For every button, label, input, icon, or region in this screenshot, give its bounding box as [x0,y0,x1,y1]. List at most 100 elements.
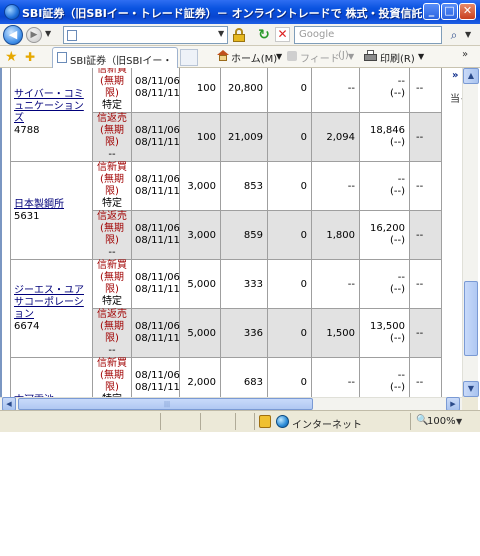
table-row: 日本製鋼所 5631 信新買 (無期限) 特定 08/11/06 08/11/11 3,000… [10,161,442,260]
settle-date: 08/11/11 [135,284,180,295]
order-type: 信返売 [97,113,127,124]
ie-app-icon[interactable] [4,4,20,20]
order-term: (無期限) [100,223,124,246]
tab-page-icon [57,52,67,63]
forward-button[interactable]: ▶ [26,27,42,43]
feed-dropdown-icon[interactable]: ▼ [348,52,354,61]
trade-date: 08/11/06 [135,321,180,332]
home-icon[interactable] [217,50,229,61]
date-cell: 08/11/0608/11/11 [131,112,180,162]
settle-date: 08/11/11 [135,382,180,393]
more-commands-icon[interactable]: » [462,49,468,60]
profit-value: 16,200 [370,223,405,234]
trade-date: 08/11/06 [135,370,180,381]
minimize-button[interactable]: _ [423,3,440,20]
stock-name-link[interactable]: ジーエス・ユアサコーポレーション [14,285,89,321]
search-options-dropdown[interactable]: ▼ [465,30,471,39]
status-bar: インターネット 🔍 100% ▼ [0,410,480,432]
maximize-button[interactable]: □ [441,3,458,20]
price-cell: 20,800 [220,68,268,113]
order-term: (無期限) [100,321,124,344]
profit-cell: 13,500 (--) [359,308,410,358]
back-button[interactable]: ◀ [3,25,23,45]
price-cell: 859 [220,210,268,260]
status-cell: -- [409,210,442,260]
trade-date: 08/11/06 [135,272,180,283]
new-tab-button[interactable] [180,49,198,66]
value-cell: -- [311,68,360,113]
favorites-star-icon[interactable]: ★ [5,49,21,65]
security-zone-label[interactable]: インターネット [292,416,362,431]
print-icon[interactable] [364,50,377,61]
stock-cell: サイバー・コミュニケーションズ 4788 [10,68,93,162]
feed-button[interactable]: フィード [300,50,340,65]
order-type-cell: 信返売(無期限)-- [92,308,132,358]
order-term: (無期限) [100,174,124,197]
stock-name-link[interactable]: 日本製鋼所 [14,199,89,211]
title-bar[interactable]: SBI証券（旧SBIイー・トレード証券）－ オンライントレードで 株式・投資信託… [0,0,480,24]
zoom-dropdown-icon[interactable]: ▼ [456,417,462,426]
value-cell: -- [311,161,360,211]
home-dropdown-icon[interactable]: ▼ [276,52,282,61]
order-type: 信返売 [97,211,127,222]
print-dropdown-icon[interactable]: ▼ [418,52,424,61]
fee-cell: 0 [267,161,312,211]
stock-name-link[interactable]: サイバー・コミュニケーションズ [14,89,89,125]
tab-sbi[interactable]: SBI証券（旧SBIイー・トレー... [52,47,178,68]
stock-code: 6674 [14,320,40,332]
order-type: 信新買 [97,162,127,173]
table-row: ジーエス・ユアサコーポレーション 6674 信新買 (無期限) 特定 08/11/06 08… [10,259,442,358]
profit-sub: (--) [389,235,405,246]
scroll-down-icon[interactable]: ▼ [463,381,479,397]
fee-cell: 0 [267,210,312,260]
value-cell: -- [311,259,360,309]
search-icon[interactable]: ⌕ [446,26,462,44]
vertical-scrollbar[interactable]: ▲ ▼ [462,68,479,397]
fee-cell: 0 [267,68,312,113]
home-button[interactable]: ホーム(M) [231,50,277,65]
order-term: (無期限) [100,272,124,295]
status-cell: -- [409,68,442,113]
scroll-left-icon[interactable]: ◀ [2,397,16,411]
url-input[interactable] [63,26,228,44]
date-cell: 08/11/0608/11/11 [131,259,180,309]
stock-cell: 日本製鋼所 5631 [10,161,93,260]
order-type: 信返売 [97,309,127,320]
vertical-scroll-thumb[interactable] [464,281,478,356]
profit-sub: (--) [389,88,405,99]
stop-icon[interactable]: ✕ [275,27,290,42]
zoom-level[interactable]: 100% [427,416,456,427]
status-cell: -- [409,161,442,211]
quantity-cell: 3,000 [179,210,221,260]
profit-cell: 16,200 (--) [359,210,410,260]
recent-pages-dropdown[interactable]: ▼ [45,29,51,38]
url-dropdown-icon[interactable]: ▼ [218,29,224,38]
order-type-cell: 信新買(無期限)特定 [92,259,132,309]
horizontal-scroll-thumb[interactable]: ||| [18,398,313,410]
order-term: (無期限) [100,370,124,393]
status-divider [200,413,201,430]
fee-cell: 0 [267,308,312,358]
print-button[interactable]: 印刷(R) [380,50,415,65]
profit-value: -- [397,272,405,283]
add-favorite-icon[interactable]: ✚ [25,49,41,65]
profit-value: -- [397,76,405,87]
search-input[interactable]: Google [294,26,442,44]
horizontal-scrollbar[interactable]: ◀ ||| ▶ [0,397,462,411]
scroll-up-icon[interactable]: ▲ [463,68,479,84]
lock-icon[interactable] [233,28,245,42]
positions-table: サイバー・コミュニケーションズ 4788 信新買 (無期限) 特定 08/11/06 08/… [10,68,442,410]
date-cell: 08/11/0608/11/11 [131,68,180,113]
protected-mode-icon[interactable] [259,415,271,428]
refresh-icon[interactable]: ↻ [256,27,272,43]
close-button[interactable]: ✕ [459,3,476,20]
profit-sub: (--) [389,137,405,148]
search-placeholder: Google [299,29,335,40]
table-row: サイバー・コミュニケーションズ 4788 信新買 (無期限) 特定 08/11/06 08/… [10,68,442,162]
expand-icon[interactable]: » [452,70,458,81]
profit-sub: (--) [389,382,405,393]
scroll-right-icon[interactable]: ▶ [446,397,460,411]
order-term: (無期限) [100,125,124,148]
order-type-cell: 信新買(無期限)特定 [92,68,132,113]
quantity-cell: 3,000 [179,161,221,211]
